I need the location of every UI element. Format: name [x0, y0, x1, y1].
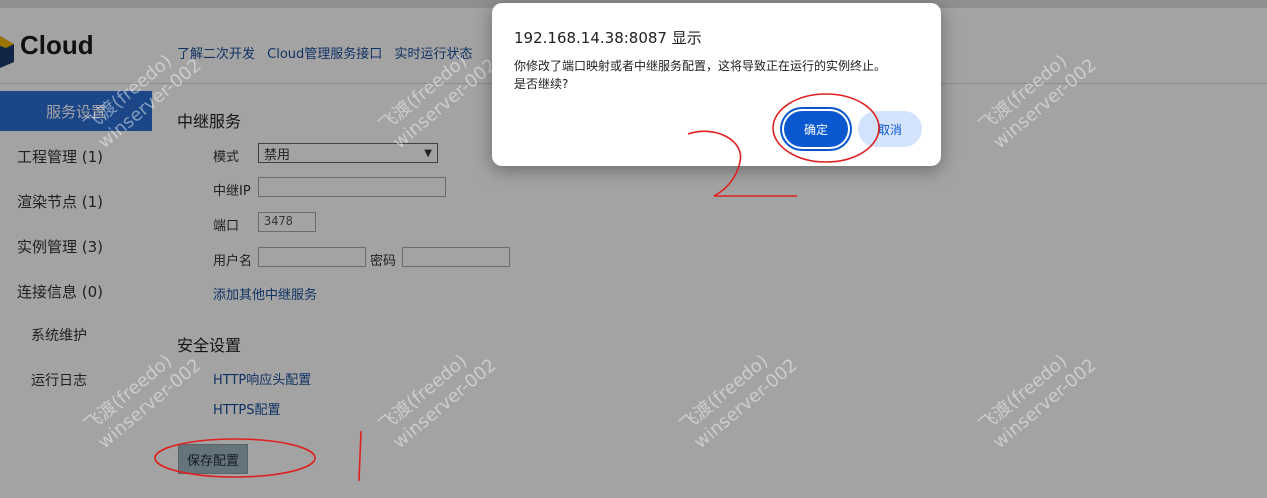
- dialog-message: 你修改了端口映射或者中继服务配置，这将导致正在运行的实例终止。 是否继续?: [514, 57, 924, 93]
- dialog-message-line: 是否继续?: [514, 77, 569, 91]
- confirm-dialog: 192.168.14.38:8087 显示 你修改了端口映射或者中继服务配置，这…: [492, 3, 941, 166]
- dialog-message-line: 你修改了端口映射或者中继服务配置，这将导致正在运行的实例终止。: [514, 59, 887, 73]
- confirm-ok-button[interactable]: 确定: [784, 111, 848, 147]
- confirm-cancel-button[interactable]: 取消: [858, 111, 922, 147]
- dialog-title: 192.168.14.38:8087 显示: [514, 29, 702, 47]
